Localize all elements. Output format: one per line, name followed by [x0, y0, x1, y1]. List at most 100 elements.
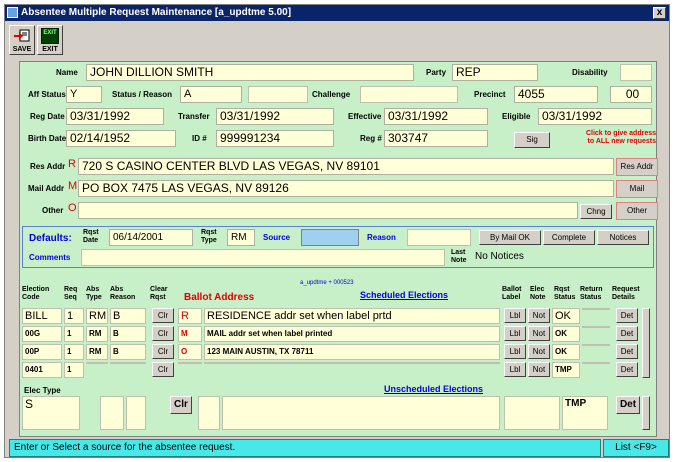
row-addr-code[interactable]: O	[178, 344, 202, 360]
exit-button[interactable]: EXIT EXIT	[37, 25, 63, 55]
unsched-ballot-label[interactable]	[504, 396, 560, 430]
name-field[interactable]: JOHN DILLION SMITH	[86, 64, 414, 81]
reg-date-field[interactable]: 03/31/1992	[66, 108, 164, 125]
unsched-abs-reason[interactable]	[126, 396, 146, 430]
complete-button[interactable]: Complete	[543, 230, 595, 245]
row-abs-type[interactable]: RM	[86, 308, 108, 324]
row-addr-code[interactable]: R	[178, 308, 202, 324]
row-abs-type[interactable]: RM	[86, 344, 108, 360]
effective-field[interactable]: 03/31/1992	[384, 108, 488, 125]
unsched-scrollbar[interactable]	[642, 396, 650, 430]
row-election-code[interactable]: 00P	[22, 344, 62, 360]
row-req-seq[interactable]: 1	[64, 326, 84, 342]
notices-button[interactable]: Notices	[597, 230, 649, 245]
unsched-addr-code[interactable]	[198, 396, 220, 430]
disability-field[interactable]	[620, 64, 652, 81]
row-abs-reason[interactable]	[110, 362, 146, 364]
window-title: Absentee Multiple Request Maintenance [a…	[21, 7, 292, 18]
row-label-button[interactable]: Lbl	[504, 308, 526, 323]
status-reason-extra[interactable]	[248, 86, 308, 103]
row-ballot-address[interactable]	[204, 362, 500, 364]
unscheduled-elections-link[interactable]: Unscheduled Elections	[384, 384, 483, 394]
other-button[interactable]: Other	[616, 202, 658, 220]
unsched-clear-button[interactable]: Clr	[170, 396, 192, 414]
precinct-sub-field[interactable]: 00	[610, 86, 652, 103]
id-field[interactable]: 999991234	[216, 130, 334, 147]
save-button[interactable]: SAVE	[9, 25, 35, 55]
row-note-button[interactable]: Not	[528, 344, 550, 359]
eligible-field[interactable]: 03/31/1992	[538, 108, 652, 125]
row-clear-button[interactable]: Clr	[152, 308, 174, 323]
row-clear-button[interactable]: Clr	[152, 362, 174, 377]
scheduled-elections-link[interactable]: Scheduled Elections	[360, 290, 448, 300]
row-abs-type[interactable]: RM	[86, 326, 108, 342]
row-return-status[interactable]	[582, 344, 610, 346]
party-field[interactable]: REP	[452, 64, 538, 81]
chng-button[interactable]: Chng	[580, 204, 612, 219]
mail-button[interactable]: Mail	[616, 180, 658, 198]
unsched-abs-type[interactable]	[100, 396, 124, 430]
row-note-button[interactable]: Not	[528, 326, 550, 341]
row-clear-button[interactable]: Clr	[152, 326, 174, 341]
row-ballot-address[interactable]: 123 MAIN AUSTIN, TX 78711	[204, 344, 500, 360]
row-req-seq[interactable]: 1	[64, 344, 84, 360]
res-addr-button[interactable]: Res Addr	[616, 158, 658, 176]
reg-num-field[interactable]: 303747	[384, 130, 488, 147]
row-election-code[interactable]: 0401	[22, 362, 62, 378]
challenge-field[interactable]	[360, 86, 458, 103]
row-details-button[interactable]: Det	[616, 308, 638, 323]
row-return-status[interactable]	[582, 362, 610, 364]
unsched-election-code[interactable]: S	[22, 396, 80, 430]
row-details-button[interactable]: Det	[616, 362, 638, 377]
grid-scrollbar[interactable]	[642, 308, 650, 378]
source-field[interactable]	[301, 229, 359, 246]
rqst-date-field[interactable]: 06/14/2001	[109, 229, 193, 246]
precinct-field[interactable]: 4055	[514, 86, 598, 103]
row-req-seq[interactable]: 1	[64, 308, 84, 324]
row-note-button[interactable]: Not	[528, 362, 550, 377]
unsched-details-button[interactable]: Det	[616, 396, 640, 414]
row-clear-button[interactable]: Clr	[152, 344, 174, 359]
row-label-button[interactable]: Lbl	[504, 344, 526, 359]
res-addr-field[interactable]: 720 S CASINO CENTER BLVD LAS VEGAS, NV 8…	[78, 158, 614, 175]
row-label-button[interactable]: Lbl	[504, 362, 526, 377]
sig-button[interactable]: Sig	[514, 132, 550, 148]
row-return-status[interactable]	[582, 308, 610, 310]
row-ballot-address[interactable]: MAIL addr set when label printed	[204, 326, 500, 342]
row-rqst-status[interactable]: OK	[552, 326, 580, 342]
list-button[interactable]: List <F9>	[603, 439, 669, 457]
row-details-button[interactable]: Det	[616, 326, 638, 341]
row-election-code[interactable]: BILL	[22, 308, 62, 324]
aff-status-field[interactable]: Y	[66, 86, 102, 103]
rqst-type-field[interactable]: RM	[227, 229, 255, 246]
birth-date-field[interactable]: 02/14/1952	[66, 130, 176, 147]
col-rqst-status: Rqst Status	[554, 286, 576, 301]
row-abs-type[interactable]	[86, 362, 108, 364]
other-addr-field[interactable]	[78, 202, 578, 219]
row-return-status[interactable]	[582, 326, 610, 328]
row-rqst-status[interactable]: OK	[552, 344, 580, 360]
mail-addr-field[interactable]: PO BOX 7475 LAS VEGAS, NV 89126	[78, 180, 614, 197]
close-button[interactable]: x	[653, 7, 666, 19]
row-addr-code[interactable]: M	[178, 326, 202, 342]
unsched-ballot-address[interactable]	[222, 396, 500, 430]
status-reason-field[interactable]: A	[180, 86, 242, 103]
row-rqst-status[interactable]: OK	[552, 308, 580, 324]
comments-field[interactable]	[81, 249, 445, 266]
row-note-button[interactable]: Not	[528, 308, 550, 323]
row-req-seq[interactable]: 1	[64, 362, 84, 378]
row-label-button[interactable]: Lbl	[504, 326, 526, 341]
row-abs-reason[interactable]: B	[110, 326, 146, 342]
unsched-rqst-status[interactable]: TMP	[562, 396, 608, 430]
row-abs-reason[interactable]: B	[110, 308, 146, 324]
col-abs-type: Abs Type	[86, 286, 102, 301]
reason-field[interactable]	[407, 229, 471, 246]
transfer-field[interactable]: 03/31/1992	[216, 108, 334, 125]
row-election-code[interactable]: 00G	[22, 326, 62, 342]
row-rqst-status[interactable]: TMP	[552, 362, 580, 378]
row-abs-reason[interactable]: B	[110, 344, 146, 360]
by-mail-ok-button[interactable]: By Mail OK	[479, 230, 541, 245]
row-details-button[interactable]: Det	[616, 344, 638, 359]
row-addr-code[interactable]	[178, 362, 202, 364]
row-ballot-address[interactable]: RESIDENCE addr set when label prtd	[204, 308, 500, 324]
